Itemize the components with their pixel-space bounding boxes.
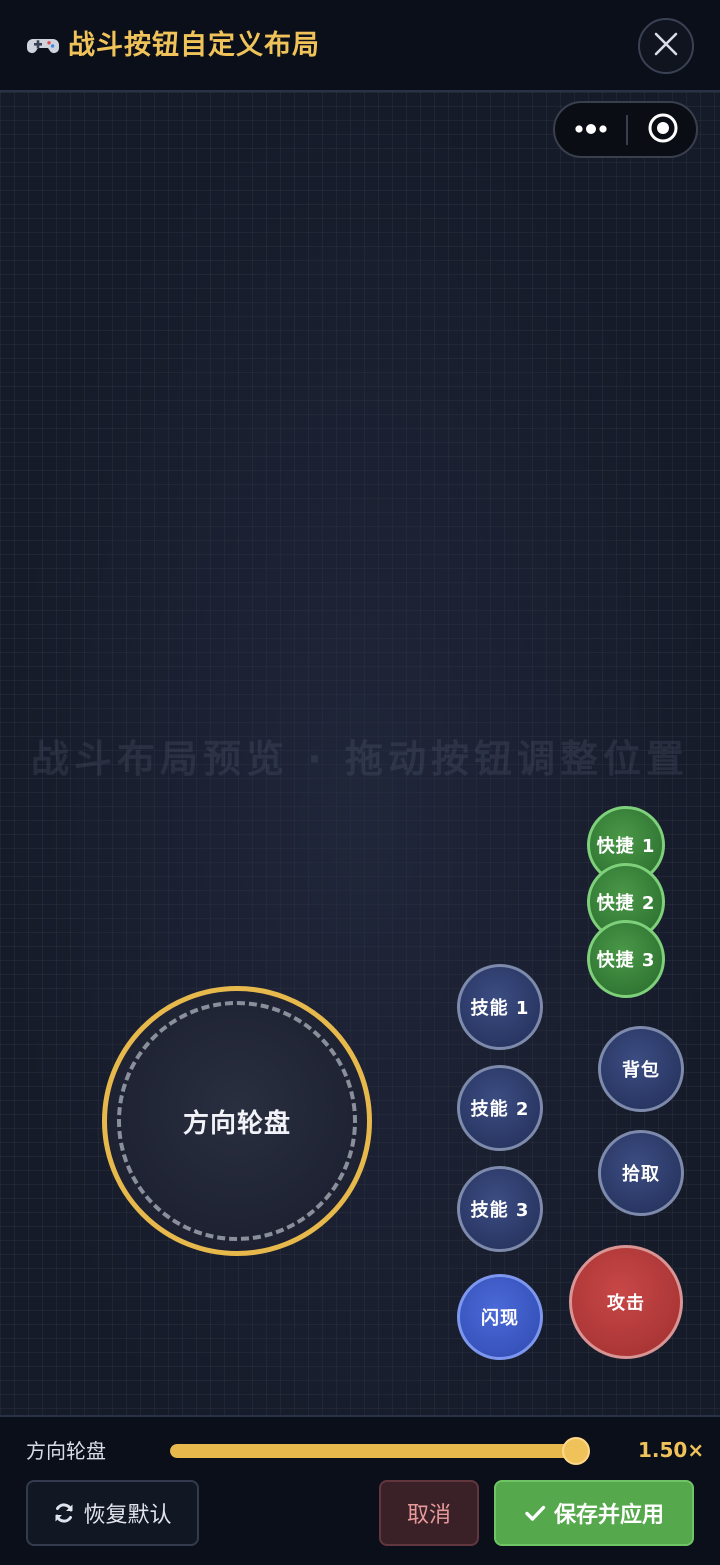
capsule-divider [626, 115, 628, 145]
skill-2-label: 技能 2 [470, 1099, 530, 1120]
flash-button[interactable]: 闪现 [457, 1274, 543, 1360]
joystick-label: 方向轮盘 [182, 1108, 291, 1139]
slider-value: 1.50× [638, 1438, 705, 1462]
target-icon [647, 112, 679, 148]
close-icon [653, 31, 679, 61]
more-button[interactable] [555, 103, 627, 156]
reset-default-button[interactable]: 恢复默认 [26, 1480, 199, 1546]
canvas-watermark: 战斗布局预览 · 拖动按钮调整位置 [31, 737, 689, 781]
exit-button[interactable] [629, 103, 697, 156]
header: 战斗按钮自定义布局 [0, 0, 720, 92]
check-icon [524, 1502, 546, 1524]
skill-1-label: 技能 1 [470, 998, 530, 1019]
save-apply-label: 保存并应用 [553, 1503, 664, 1528]
size-slider-thumb[interactable] [562, 1437, 590, 1465]
attack-label: 攻击 [607, 1293, 645, 1314]
skill-3-button[interactable]: 技能 3 [457, 1166, 543, 1252]
cancel-button[interactable]: 取消 [379, 1480, 479, 1546]
pickup-label: 拾取 [622, 1164, 660, 1185]
attack-button[interactable]: 攻击 [569, 1245, 683, 1359]
skill-2-button[interactable]: 技能 2 [457, 1065, 543, 1151]
skill-1-button[interactable]: 技能 1 [457, 964, 543, 1050]
skill-3-label: 技能 3 [470, 1200, 530, 1221]
reset-default-label: 恢复默认 [83, 1503, 172, 1528]
save-apply-button[interactable]: 保存并应用 [494, 1480, 694, 1546]
quick-1-label: 快捷 1 [596, 836, 656, 857]
slider-label: 方向轮盘 [26, 1439, 106, 1463]
page-title: 战斗按钮自定义布局 [68, 30, 320, 61]
layout-editor: 战斗按钮自定义布局 战斗布局预览 · 拖动按钮调整位置 方向轮盘 技能 1 技能… [0, 0, 720, 1565]
bag-label: 背包 [622, 1060, 660, 1081]
joystick-control[interactable]: 方向轮盘 [102, 986, 372, 1256]
close-button[interactable] [638, 18, 694, 74]
mini-program-capsule [553, 101, 698, 158]
gamepad-icon [26, 28, 60, 62]
bag-button[interactable]: 背包 [598, 1026, 684, 1112]
quick-2-label: 快捷 2 [596, 893, 656, 914]
bottom-panel: 方向轮盘 1.50× 恢复默认 取消 保存并应用 [0, 1415, 720, 1565]
quick-3-button[interactable]: 快捷 3 [587, 920, 665, 998]
pickup-button[interactable]: 拾取 [598, 1130, 684, 1216]
size-slider-track[interactable] [170, 1444, 576, 1458]
cancel-label: 取消 [406, 1503, 451, 1528]
flash-label: 闪现 [481, 1308, 519, 1329]
refresh-icon [53, 1502, 75, 1524]
quick-3-label: 快捷 3 [596, 950, 656, 971]
more-dots-icon [574, 120, 608, 139]
size-slider-fill [170, 1444, 576, 1458]
